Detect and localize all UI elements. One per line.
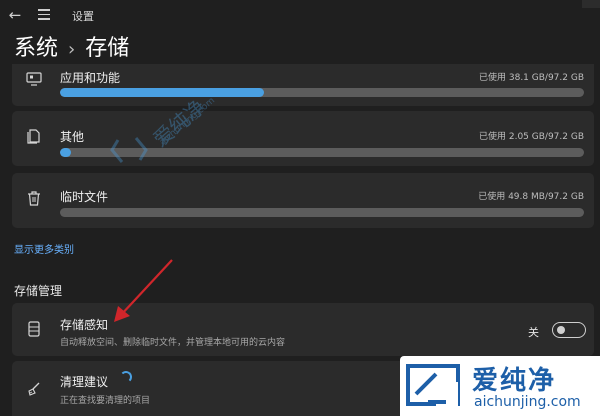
back-arrow-icon[interactable]: ← [6, 6, 24, 24]
category-label: 其他 [60, 130, 85, 144]
breadcrumb-parent[interactable]: 系统 [14, 36, 58, 61]
category-label: 临时文件 [60, 190, 109, 204]
watermark: 爱纯净 aichunjing.com [110, 60, 220, 180]
cleanup-label: 清理建议 [60, 375, 109, 389]
app-title: 设置 [72, 10, 94, 23]
storage-sense-toggle[interactable] [552, 322, 586, 338]
brand-site: aichunjing.com [474, 394, 581, 410]
category-usage: 已使用 49.8 MB/97.2 GB [478, 192, 584, 202]
breadcrumb-separator: › [68, 39, 76, 60]
section-title: 存储管理 [14, 284, 63, 298]
storage-sense-description: 自动释放空间、删除临时文件，并管理本地可用的云内容 [60, 338, 286, 348]
brand-name: 爱纯净 [472, 366, 557, 396]
category-card-temp[interactable]: 临时文件 已使用 49.8 MB/97.2 GB [12, 173, 594, 228]
toggle-state-label: 关 [528, 326, 539, 339]
show-more-categories-link[interactable]: 显示更多类别 [14, 241, 74, 256]
watermark-logo-icon [110, 137, 148, 163]
category-usage: 已使用 38.1 GB/97.2 GB [479, 73, 584, 83]
storage-sense-card[interactable]: 存储感知 自动释放空间、删除临时文件，并管理本地可用的云内容 关 [12, 303, 594, 356]
hamburger-menu-icon[interactable] [38, 9, 50, 21]
document-icon [27, 129, 40, 144]
drive-icon [28, 321, 40, 337]
page-title: 系统 › 存储 [14, 30, 129, 62]
monitor-apps-icon [26, 72, 42, 86]
usage-bar-fill [60, 148, 71, 157]
broom-icon [28, 382, 40, 396]
window-control[interactable] [582, 0, 600, 8]
annotation-arrow-icon [114, 259, 173, 322]
trash-icon [28, 191, 40, 206]
breadcrumb-current: 存储 [85, 36, 130, 61]
brand-logo-icon [406, 364, 460, 406]
usage-bar [60, 208, 584, 217]
loading-spinner-icon [120, 371, 132, 383]
toggle-knob [557, 326, 565, 334]
category-card-other[interactable]: 其他 已使用 2.05 GB/97.2 GB [12, 111, 594, 166]
brand-badge: 爱纯净 aichunjing.com [400, 356, 600, 416]
category-usage: 已使用 2.05 GB/97.2 GB [479, 132, 584, 142]
title-bar: ← 设置 [0, 0, 600, 30]
category-card-apps[interactable]: 应用和功能 已使用 38.1 GB/97.2 GB [12, 64, 594, 106]
storage-sense-label: 存储感知 [60, 318, 109, 332]
cleanup-description: 正在查找要清理的项目 [60, 396, 151, 406]
